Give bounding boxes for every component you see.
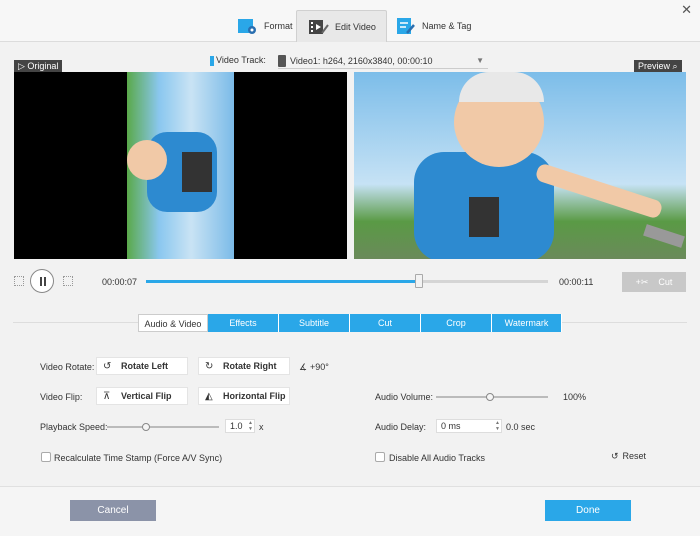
- playback-speed-unit: x: [259, 422, 264, 432]
- video-track-value: Video1: h264, 2160x3840, 00:00:10: [290, 56, 433, 66]
- playback-speed-handle[interactable]: [142, 423, 150, 431]
- disable-audio-checkbox[interactable]: [375, 452, 385, 462]
- subtab-cut[interactable]: Cut: [350, 314, 421, 332]
- preview-label-text: Preview: [638, 61, 671, 71]
- film-icon: [278, 55, 286, 67]
- original-label: ▷ Original: [14, 60, 63, 72]
- angle-icon: ∡: [299, 362, 308, 372]
- recalc-timestamp-checkbox[interactable]: [41, 452, 51, 462]
- chevron-down-icon: ▼: [476, 56, 484, 65]
- horizontal-flip-icon: ◭: [205, 390, 213, 402]
- audio-volume-value: 100%: [563, 392, 587, 402]
- playback-controls: 00:00:07 00:00:11 +✂ Cut: [0, 265, 700, 297]
- horizontal-flip-button[interactable]: ◭ Horizontal Flip: [198, 387, 290, 405]
- rotate-right-icon: ↻: [205, 360, 214, 372]
- audio-delay-sec: 0.0 sec: [506, 422, 536, 432]
- subtab-audio-video[interactable]: Audio & Video: [138, 314, 208, 332]
- original-label-text: Original: [27, 61, 59, 71]
- rotate-right-label: Rotate Right: [223, 361, 277, 371]
- video-track-select[interactable]: Video1: h264, 2160x3840, 00:00:10 ▼: [278, 53, 488, 69]
- subtab-effects[interactable]: Effects: [208, 314, 279, 332]
- name-tag-icon: [397, 18, 415, 34]
- reset-label: Reset: [622, 451, 647, 461]
- tab-format-label: Format: [264, 21, 293, 31]
- rotate-value: +90°: [310, 362, 329, 372]
- audio-volume-handle[interactable]: [486, 393, 494, 401]
- cut-button-label: Cut: [658, 277, 673, 287]
- subtab-subtitle[interactable]: Subtitle: [279, 314, 350, 332]
- rotate-right-button[interactable]: ↻ Rotate Right: [198, 357, 290, 375]
- close-icon[interactable]: ✕: [681, 2, 692, 18]
- playback-speed-slider[interactable]: [107, 423, 219, 431]
- cut-button[interactable]: +✂ Cut: [622, 272, 686, 292]
- preview-video-panel: [354, 72, 686, 259]
- current-time: 00:00:07: [102, 277, 138, 287]
- subtab-crop[interactable]: Crop: [421, 314, 492, 332]
- video-track-row: Video Track: Video1: h264, 2160x3840, 00…: [0, 52, 700, 70]
- audio-delay-input[interactable]: 0 ms ▲ ▼: [436, 419, 502, 433]
- vertical-flip-button[interactable]: ⊼ Vertical Flip: [96, 387, 188, 405]
- seek-bar[interactable]: [146, 274, 548, 288]
- rotate-left-button[interactable]: ↺ Rotate Left: [96, 357, 188, 375]
- edit-video-icon: [309, 19, 329, 34]
- frame-icon[interactable]: [63, 276, 73, 286]
- video-rotate-label: Video Rotate:: [40, 362, 95, 372]
- total-time: 00:00:11: [559, 277, 594, 287]
- cancel-button[interactable]: Cancel: [70, 500, 156, 521]
- audio-delay-label: Audio Delay:: [375, 422, 427, 432]
- audio-volume-label: Audio Volume:: [375, 392, 434, 402]
- playback-speed-value: 1.0: [230, 421, 243, 431]
- horizontal-flip-label: Horizontal Flip: [223, 391, 286, 401]
- seek-bar-fill: [146, 280, 420, 283]
- tab-name-tag-label: Name & Tag: [422, 21, 472, 31]
- playback-speed-label: Playback Speed:: [40, 422, 108, 432]
- video-track-icon: [210, 56, 214, 66]
- frame-icon[interactable]: [14, 276, 24, 286]
- original-video-panel: [14, 72, 347, 259]
- tab-edit-video-label: Edit Video: [335, 21, 376, 32]
- search-icon[interactable]: ⌕: [673, 61, 678, 71]
- done-button[interactable]: Done: [545, 500, 631, 521]
- video-flip-label: Video Flip:: [40, 392, 83, 402]
- top-tab-bar: Format Edit Video Name & Tag ✕: [0, 0, 700, 42]
- edit-subtabs: Audio & Video Effects Subtitle Cut Crop …: [138, 314, 562, 332]
- rotate-left-label: Rotate Left: [121, 361, 168, 371]
- vertical-flip-icon: ⊼: [103, 390, 111, 402]
- seek-handle[interactable]: [415, 274, 424, 288]
- reset-icon: ↺: [611, 451, 619, 461]
- video-track-label: Video Track:: [216, 55, 266, 65]
- preview-label: Preview ⌕: [634, 60, 682, 72]
- format-icon: [238, 19, 256, 34]
- tab-name-tag[interactable]: Name & Tag: [384, 10, 481, 42]
- audio-volume-slider[interactable]: [436, 393, 548, 401]
- vertical-flip-label: Vertical Flip: [121, 391, 172, 401]
- stepper-icon[interactable]: ▲ ▼: [248, 420, 253, 432]
- subtab-watermark[interactable]: Watermark: [492, 314, 562, 332]
- recalc-timestamp-label: Recalculate Time Stamp (Force A/V Sync): [54, 453, 223, 463]
- tab-edit-video[interactable]: Edit Video: [296, 10, 387, 42]
- tab-format[interactable]: Format: [226, 10, 303, 42]
- stepper-icon[interactable]: ▲ ▼: [495, 420, 500, 432]
- playback-speed-input[interactable]: 1.0 ▲ ▼: [225, 419, 255, 433]
- rotate-left-icon: ↺: [103, 360, 112, 372]
- audio-delay-value: 0 ms: [441, 421, 461, 431]
- pause-button[interactable]: [30, 269, 54, 293]
- reset-button[interactable]: ↺ Reset: [611, 451, 646, 462]
- scissors-icon: +✂: [635, 276, 649, 287]
- disable-audio-label: Disable All Audio Tracks: [389, 453, 486, 463]
- original-video-frame: [127, 72, 234, 259]
